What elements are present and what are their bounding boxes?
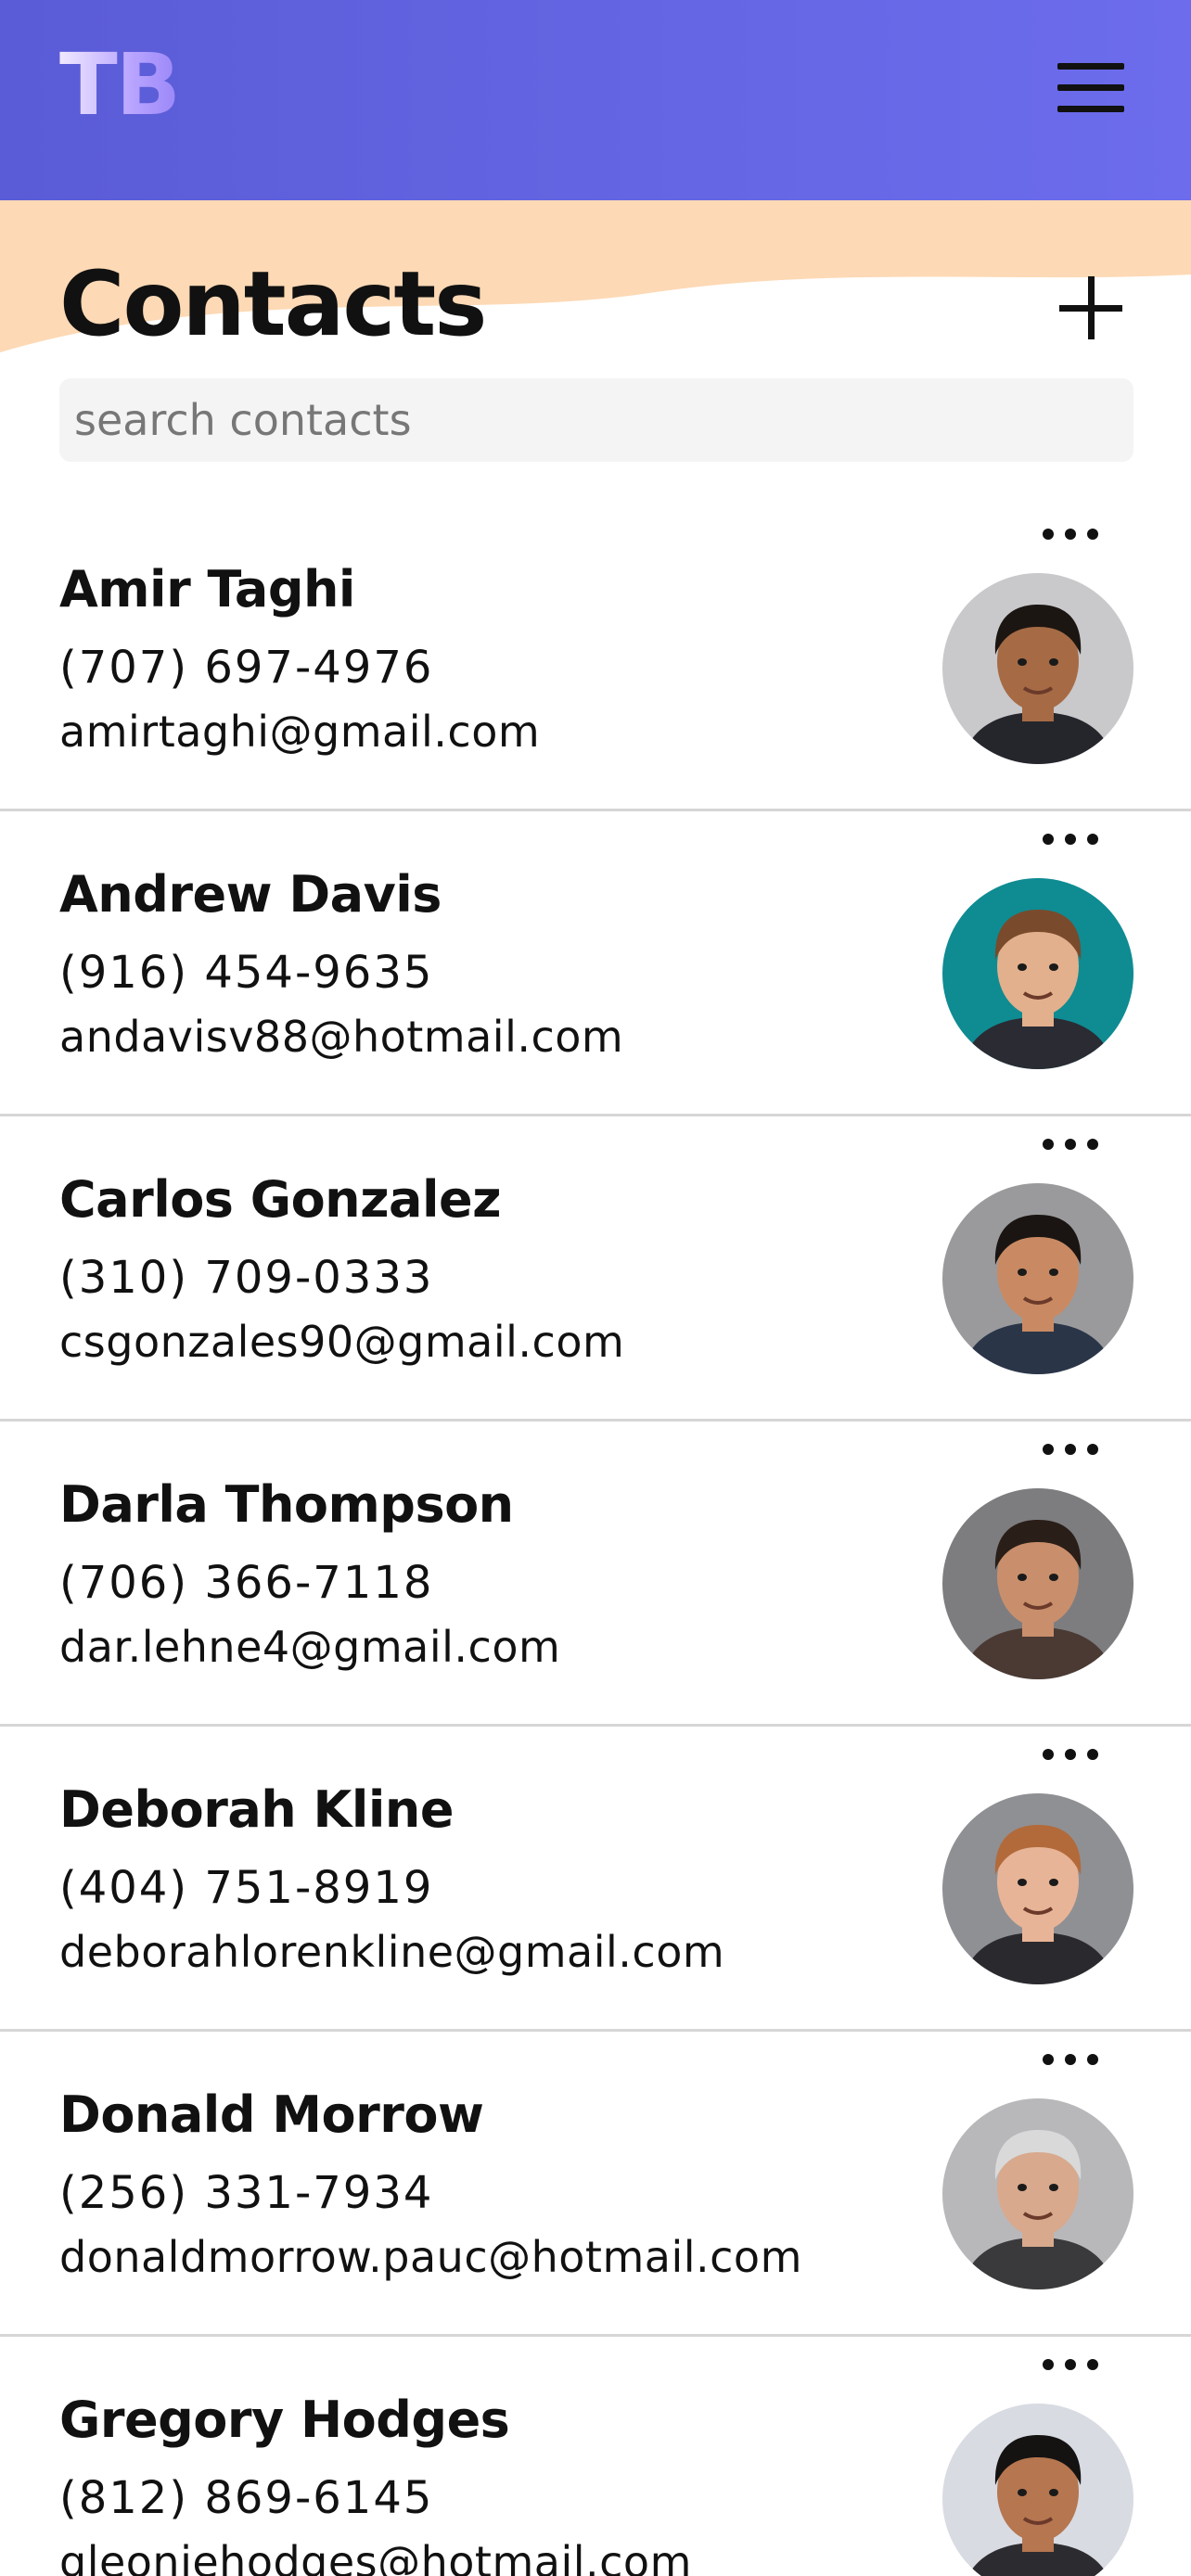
menu-line <box>1057 63 1124 70</box>
menu-line <box>1057 84 1124 91</box>
avatar[interactable] <box>942 2404 1133 2576</box>
app-header: TB <box>0 0 1191 200</box>
contact-row[interactable]: Donald Morrow (256) 331-7934 donaldmorro… <box>0 2032 1191 2337</box>
more-options-icon[interactable] <box>1043 1749 1098 1762</box>
contact-name: Carlos Gonzalez <box>59 1170 502 1229</box>
menu-line <box>1057 106 1124 112</box>
contact-phone[interactable]: (256) 331-7934 <box>59 2167 433 2219</box>
contact-email[interactable]: deborahlorenkline@gmail.com <box>59 1927 724 1977</box>
contact-phone[interactable]: (706) 366-7118 <box>59 1557 433 1609</box>
avatar[interactable] <box>942 573 1133 764</box>
contact-email[interactable]: andavisv88@hotmail.com <box>59 1012 623 1062</box>
contact-name: Amir Taghi <box>59 560 355 618</box>
more-options-icon[interactable] <box>1043 529 1098 542</box>
contact-name: Gregory Hodges <box>59 2391 510 2449</box>
contact-phone[interactable]: (707) 697-4976 <box>59 642 433 694</box>
plus-icon[interactable] <box>1059 276 1122 339</box>
contact-list: Amir Taghi (707) 697-4976 amirtaghi@gmai… <box>0 506 1191 2576</box>
avatar[interactable] <box>942 1793 1133 1984</box>
contact-name: Andrew Davis <box>59 865 442 924</box>
contact-row[interactable]: Gregory Hodges (812) 869-6145 gleoniehod… <box>0 2337 1191 2576</box>
more-options-icon[interactable] <box>1043 2359 1098 2372</box>
contact-name: Darla Thompson <box>59 1475 514 1534</box>
avatar[interactable] <box>942 1183 1133 1374</box>
search-input[interactable] <box>59 378 1133 462</box>
contact-email[interactable]: donaldmorrow.pauc@hotmail.com <box>59 2232 802 2282</box>
contact-row[interactable]: Deborah Kline (404) 751-8919 deborahlore… <box>0 1727 1191 2032</box>
hamburger-menu-icon[interactable] <box>1057 61 1124 115</box>
contact-name: Donald Morrow <box>59 2085 484 2144</box>
contact-email[interactable]: gleoniehodges@hotmail.com <box>59 2537 692 2576</box>
contact-name: Deborah Kline <box>59 1780 454 1839</box>
more-options-icon[interactable] <box>1043 834 1098 847</box>
more-options-icon[interactable] <box>1043 1444 1098 1457</box>
contact-phone[interactable]: (916) 454-9635 <box>59 947 433 999</box>
more-options-icon[interactable] <box>1043 1139 1098 1152</box>
contact-email[interactable]: amirtaghi@gmail.com <box>59 707 540 757</box>
avatar[interactable] <box>942 2098 1133 2289</box>
avatar[interactable] <box>942 1488 1133 1679</box>
contact-email[interactable]: csgonzales90@gmail.com <box>59 1317 624 1367</box>
page-title: Contacts <box>59 252 487 356</box>
avatar[interactable] <box>942 878 1133 1069</box>
contact-phone[interactable]: (404) 751-8919 <box>59 1862 433 1914</box>
contact-row[interactable]: Darla Thompson (706) 366-7118 dar.lehne4… <box>0 1422 1191 1727</box>
contact-email[interactable]: dar.lehne4@gmail.com <box>59 1622 560 1672</box>
more-options-icon[interactable] <box>1043 2054 1098 2067</box>
contact-row[interactable]: Carlos Gonzalez (310) 709-0333 csgonzale… <box>0 1116 1191 1422</box>
contact-phone[interactable]: (310) 709-0333 <box>59 1252 433 1304</box>
app-logo[interactable]: TB <box>59 43 181 128</box>
contact-row[interactable]: Andrew Davis (916) 454-9635 andavisv88@h… <box>0 811 1191 1116</box>
contact-phone[interactable]: (812) 869-6145 <box>59 2472 433 2524</box>
contact-row[interactable]: Amir Taghi (707) 697-4976 amirtaghi@gmai… <box>0 506 1191 811</box>
